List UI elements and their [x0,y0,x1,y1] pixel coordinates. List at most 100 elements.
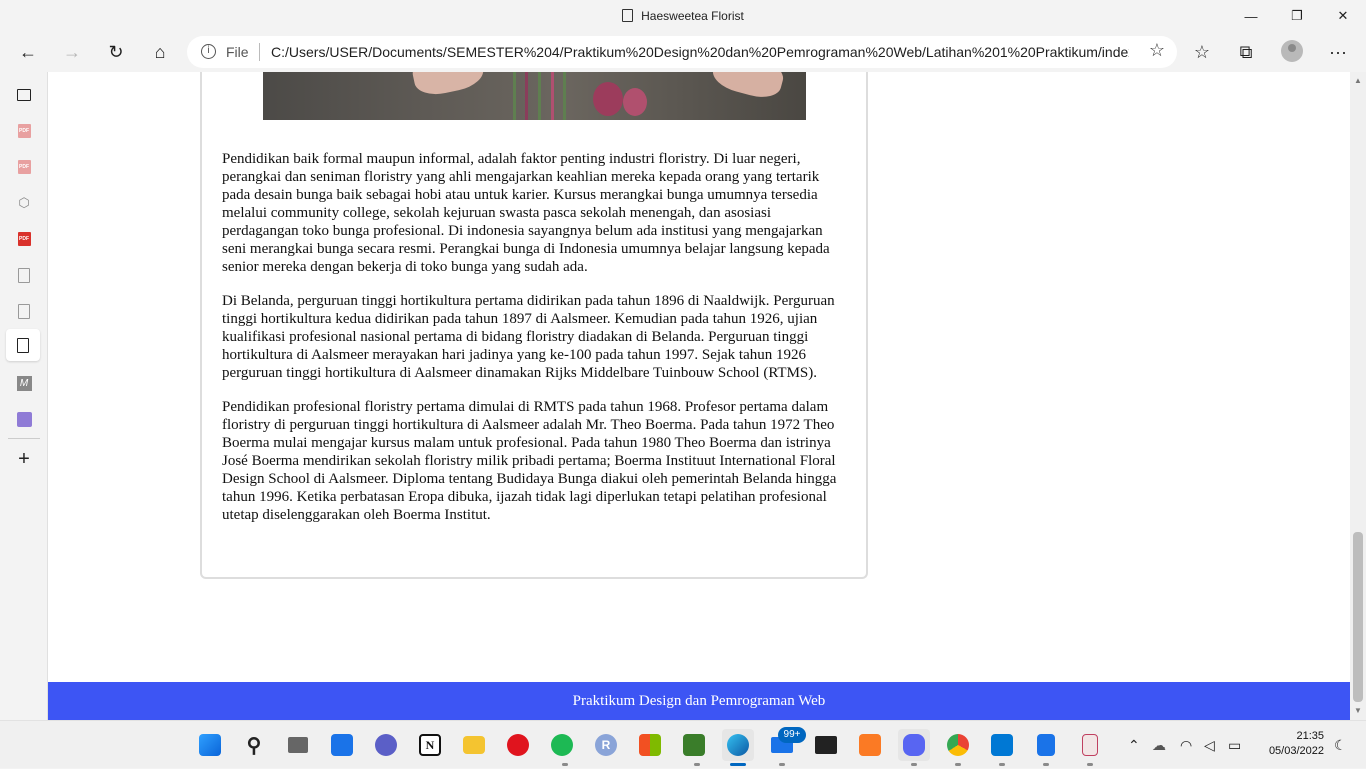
active-indicator [730,763,746,766]
battery-icon[interactable]: ▭ [1228,721,1241,769]
xampp-icon [859,734,881,756]
chat-button[interactable] [370,729,402,761]
book-app-button[interactable] [1074,729,1106,761]
favorites-button[interactable]: ☆ [1186,36,1218,68]
clock[interactable]: 21:35 05/03/2022 [1254,729,1324,759]
terminal-icon [815,736,837,754]
chart-app-button[interactable] [678,729,710,761]
spotify-button[interactable] [546,729,578,761]
running-indicator [999,763,1005,766]
profile-avatar[interactable] [1281,40,1303,62]
stem-shape [563,72,566,120]
address-bar[interactable]: i File C:/Users/USER/Documents/SEMESTER%… [187,36,1177,68]
tab-actions-icon[interactable] [12,83,36,107]
tab-page-active[interactable] [6,329,40,361]
focus-assist-icon[interactable]: ☾ [1334,721,1347,769]
page-icon [18,303,30,319]
tab-page-1[interactable] [12,263,36,287]
vscode-icon [991,734,1013,756]
start-button[interactable] [194,729,226,761]
close-button[interactable]: ✕ [1320,0,1366,32]
tab-pdf-2[interactable]: PDF [12,155,36,179]
stem-shape [525,72,528,120]
file-explorer-button[interactable] [458,729,490,761]
tab-pdf-1[interactable]: PDF [12,119,36,143]
terminal-button[interactable] [810,729,842,761]
back-button[interactable]: ← [12,36,44,68]
scrollbar-thumb[interactable] [1353,532,1363,702]
chat-icon [375,734,397,756]
page-icon [18,267,30,283]
search-icon: ⚲ [246,734,262,757]
scroll-up-icon[interactable]: ▲ [1354,76,1362,85]
notion-button[interactable]: N [414,729,446,761]
folder-icon [463,736,485,754]
widgets-button[interactable] [326,729,358,761]
hand-shape [409,72,487,99]
r-icon: R [595,734,617,756]
discord-icon [903,734,925,756]
info-icon[interactable]: i [201,44,216,59]
notepad-button[interactable] [1030,729,1062,761]
minimize-button[interactable]: — [1228,0,1274,32]
forward-button[interactable]: → [56,36,88,68]
window-title: Haesweetea Florist [0,9,1366,23]
widgets-icon [331,734,353,756]
opera-button[interactable] [502,729,534,761]
vertical-tabs-sidebar: PDF PDF ⬡ PDF M + [0,72,48,720]
florist-photo [263,72,806,120]
chart-app-icon [683,734,705,756]
opera-icon [507,734,529,756]
tab-pdf-3[interactable]: PDF [12,227,36,251]
volume-icon[interactable]: ◁ [1204,721,1215,769]
running-indicator [955,763,961,766]
tray-overflow-icon[interactable]: ⌃ [1128,721,1140,769]
new-tab-button[interactable]: + [12,447,36,471]
search-button[interactable]: ⚲ [238,729,270,761]
task-view-icon [288,737,308,753]
windows-icon [199,734,221,756]
tab-gear[interactable]: ⬡ [12,191,36,215]
list-icon [16,411,32,427]
browser-toolbar: ← → ↻ ⌂ i File C:/Users/USER/Documents/S… [0,32,1366,72]
running-indicator [911,763,917,766]
pdf-icon: PDF [17,232,31,246]
collections-button[interactable]: ⧉ [1230,36,1262,68]
r-app-button[interactable]: R [590,729,622,761]
tab-m[interactable]: M [12,371,36,395]
scroll-down-icon[interactable]: ▼ [1354,706,1362,715]
vscode-button[interactable] [986,729,1018,761]
paragraph-professional: Pendidikan profesional floristry pertama… [222,399,837,523]
address-separator [259,43,260,61]
discord-button[interactable] [898,729,930,761]
page-scrollbar[interactable]: ▲ ▼ [1350,72,1366,720]
window-titlebar: Haesweetea Florist — ❐ ✕ [0,0,1366,32]
wifi-icon[interactable]: ◠ [1180,721,1192,769]
xampp-button[interactable] [854,729,886,761]
page-icon [17,337,29,353]
app-grid-button[interactable] [634,729,666,761]
mail-badge: 99+ [778,727,806,743]
file-label: File [226,44,249,60]
tab-page-2[interactable] [12,299,36,323]
task-view-button[interactable] [282,729,314,761]
stem-shape [551,72,554,120]
url-text[interactable]: C:/Users/USER/Documents/SEMESTER%204/Pra… [271,44,1129,60]
running-indicator [562,763,568,766]
refresh-button[interactable]: ↻ [100,36,132,68]
page-viewport: Pendidikan baik formal maupun informal, … [48,72,1350,720]
edge-button[interactable] [722,729,754,761]
cloud-offline-icon[interactable]: ☁ [1152,721,1166,769]
m-icon: M [16,375,32,391]
more-button[interactable]: ··· [1322,36,1354,68]
running-indicator [1043,763,1049,766]
restore-button[interactable]: ❐ [1274,0,1320,32]
page-footer: Praktikum Design dan Pemrograman Web [48,682,1350,720]
tab-list[interactable] [12,407,36,431]
notion-icon: N [419,734,441,756]
edge-icon [727,734,749,756]
add-favorite-icon[interactable]: ☆ [1149,40,1165,61]
window-title-text: Haesweetea Florist [641,9,744,23]
home-button[interactable]: ⌂ [144,36,176,68]
chrome-button[interactable] [942,729,974,761]
